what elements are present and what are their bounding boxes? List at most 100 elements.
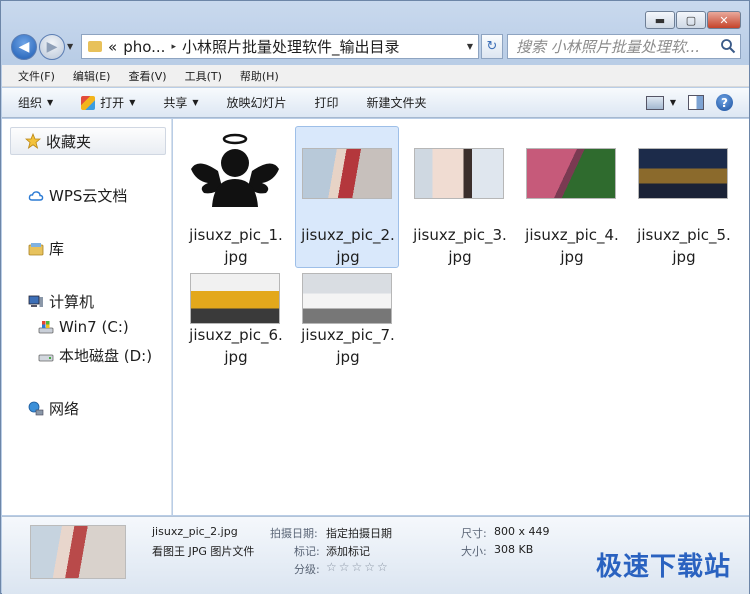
- preview-pane-icon[interactable]: [688, 95, 704, 110]
- minimize-button[interactable]: ▬: [645, 11, 675, 29]
- address-dropdown[interactable]: ▼: [467, 42, 473, 51]
- nav-favorites-label: 收藏夹: [46, 132, 92, 151]
- file-item[interactable]: jisuxz_pic_1. jpg: [183, 126, 287, 268]
- nav-favorites[interactable]: 收藏夹: [10, 127, 166, 155]
- nav-drive-c[interactable]: Win7 (C:): [38, 318, 129, 336]
- detail-date-key: 拍摄日期:: [270, 527, 318, 540]
- detail-file-name: jisuxz_pic_2.jpg: [152, 525, 238, 538]
- menu-tools[interactable]: 工具(T): [185, 68, 222, 84]
- nav-network[interactable]: 网络: [28, 398, 79, 419]
- file-thumbnail: [638, 127, 728, 219]
- address-bar[interactable]: « pho... ▸ 小林照片批量处理软件_输出目录 ▼: [81, 34, 479, 59]
- chevron-down-icon: ▼: [47, 98, 54, 107]
- cloud-icon: [28, 190, 44, 201]
- file-item-selected[interactable]: jisuxz_pic_2. jpg: [295, 126, 399, 268]
- refresh-button[interactable]: ↻: [481, 34, 503, 59]
- command-bar: 组织 ▼ 打开 ▼ 共享 ▼ 放映幻灯片 打印 新建文件夹 ▼ ?: [2, 88, 749, 118]
- nav-library-label: 库: [49, 240, 65, 258]
- photo-thumbnail: [638, 147, 728, 199]
- detail-size-key: 大小:: [461, 545, 487, 558]
- file-item[interactable]: jisuxz_pic_6. jpg: [183, 269, 287, 411]
- hard-drive-icon: [38, 354, 54, 361]
- file-thumbnail: [190, 127, 280, 219]
- detail-tags-value[interactable]: 添加标记: [326, 543, 370, 559]
- chevron-down-icon: ▼: [129, 98, 136, 107]
- file-item[interactable]: jisuxz_pic_4. jpg: [519, 126, 623, 268]
- nav-drive-d[interactable]: 本地磁盘 (D:): [38, 345, 152, 366]
- maximize-button[interactable]: ▢: [676, 11, 706, 29]
- forward-button[interactable]: ▶: [39, 34, 65, 60]
- photo-thumbnail: [302, 147, 392, 199]
- search-placeholder: 搜索 小林照片批量处理软...: [516, 38, 701, 56]
- photo-thumbnail: [302, 273, 392, 324]
- menu-bar: 文件(F) 编辑(E) 查看(V) 工具(T) 帮助(H): [2, 65, 749, 87]
- file-name: jisuxz_pic_3. jpg: [413, 226, 507, 266]
- file-name: jisuxz_pic_6. jpg: [189, 326, 283, 366]
- file-item[interactable]: jisuxz_pic_3. jpg: [407, 126, 511, 268]
- detail-rating-key: 分级:: [294, 563, 320, 576]
- change-view-icon[interactable]: [645, 95, 664, 110]
- network-icon: [28, 401, 44, 415]
- view-controls: ▼ ?: [645, 94, 733, 111]
- new-folder-button[interactable]: 新建文件夹: [367, 94, 427, 111]
- chevron-down-icon: ▼: [192, 98, 199, 107]
- detail-date-value[interactable]: 指定拍摄日期: [326, 525, 392, 541]
- detail-tags-key: 标记:: [294, 545, 320, 558]
- nav-wps-label: WPS云文档: [49, 187, 128, 205]
- back-button[interactable]: ◀: [11, 34, 37, 60]
- breadcrumb-separator[interactable]: ▸: [171, 42, 176, 52]
- detail-size-value: 308 KB: [494, 543, 534, 556]
- address-row: ◀ ▶ ▼ « pho... ▸ 小林照片批量处理软件_输出目录 ▼ ↻ 搜索 …: [9, 31, 741, 61]
- nav-library[interactable]: 库: [28, 238, 64, 259]
- menu-file[interactable]: 文件(F): [18, 68, 55, 84]
- detail-dimensions-key: 尺寸:: [461, 527, 487, 540]
- file-thumbnail: [414, 127, 504, 219]
- rating-stars[interactable]: ☆☆☆☆☆: [326, 560, 390, 574]
- breadcrumb-output-folder[interactable]: 小林照片批量处理软件_输出目录: [182, 36, 400, 57]
- help-icon[interactable]: ?: [716, 94, 733, 111]
- file-name: jisuxz_pic_1. jpg: [189, 226, 283, 266]
- search-input[interactable]: 搜索 小林照片批量处理软...: [507, 34, 741, 59]
- detail-dimensions-value: 800 x 449: [494, 525, 550, 538]
- recent-pages-dropdown[interactable]: ▼: [67, 42, 73, 51]
- system-drive-icon: [38, 321, 54, 334]
- share-button[interactable]: 共享 ▼: [163, 94, 198, 111]
- photo-thumbnail: [190, 273, 280, 324]
- file-name: jisuxz_pic_4. jpg: [525, 226, 619, 266]
- view-dropdown[interactable]: ▼: [670, 98, 676, 107]
- open-button[interactable]: 打开 ▼: [81, 94, 135, 111]
- print-button[interactable]: 打印: [315, 94, 339, 111]
- slideshow-button[interactable]: 放映幻灯片: [227, 94, 287, 111]
- organize-button[interactable]: 组织 ▼: [18, 94, 53, 111]
- search-icon[interactable]: [720, 38, 736, 54]
- file-item[interactable]: jisuxz_pic_5. jpg: [631, 126, 735, 268]
- file-list: jisuxz_pic_1. jpg jisuxz_pic_2. jpg jisuxz…: [173, 119, 749, 515]
- detail-file-type: 看图王 JPG 图片文件: [152, 545, 255, 558]
- nav-computer[interactable]: 计算机: [28, 291, 94, 312]
- explorer-window: ▬ ▢ ✕ ◀ ▶ ▼ « pho... ▸ 小林照片批量处理软件_输出目录 ▼…: [0, 0, 750, 594]
- menu-view[interactable]: 查看(V): [128, 68, 166, 84]
- menu-help[interactable]: 帮助(H): [240, 68, 279, 84]
- nav-wps-cloud[interactable]: WPS云文档: [28, 185, 127, 206]
- navigation-pane: 收藏夹 WPS云文档 库 计算机 Win7 (C:) 本地磁盘 (D:) 网络: [2, 119, 172, 515]
- address-overflow[interactable]: «: [108, 38, 117, 56]
- file-name: jisuxz_pic_7. jpg: [301, 326, 395, 366]
- file-name: jisuxz_pic_5. jpg: [637, 226, 731, 266]
- file-name: jisuxz_pic_2. jpg: [301, 226, 395, 266]
- file-thumbnail: [302, 127, 392, 219]
- share-label: 共享: [163, 96, 188, 110]
- computer-icon: [28, 295, 43, 307]
- menu-edit[interactable]: 编辑(E): [73, 68, 111, 84]
- photo-thumbnail: [526, 147, 616, 199]
- file-thumbnail: [526, 127, 616, 219]
- star-icon: [25, 133, 41, 149]
- caption-buttons: ▬ ▢ ✕: [645, 11, 741, 29]
- breadcrumb-photo[interactable]: pho...: [123, 38, 165, 56]
- nav-drive-c-label: Win7 (C:): [59, 318, 129, 336]
- open-label: 打开: [100, 96, 125, 110]
- folder-icon: [88, 41, 102, 52]
- close-button[interactable]: ✕: [707, 11, 741, 29]
- nav-computer-label: 计算机: [49, 293, 95, 311]
- file-item[interactable]: jisuxz_pic_7. jpg: [295, 269, 399, 411]
- details-pane: jisuxz_pic_2.jpg 看图王 JPG 图片文件 拍摄日期: 指定拍摄…: [2, 516, 749, 594]
